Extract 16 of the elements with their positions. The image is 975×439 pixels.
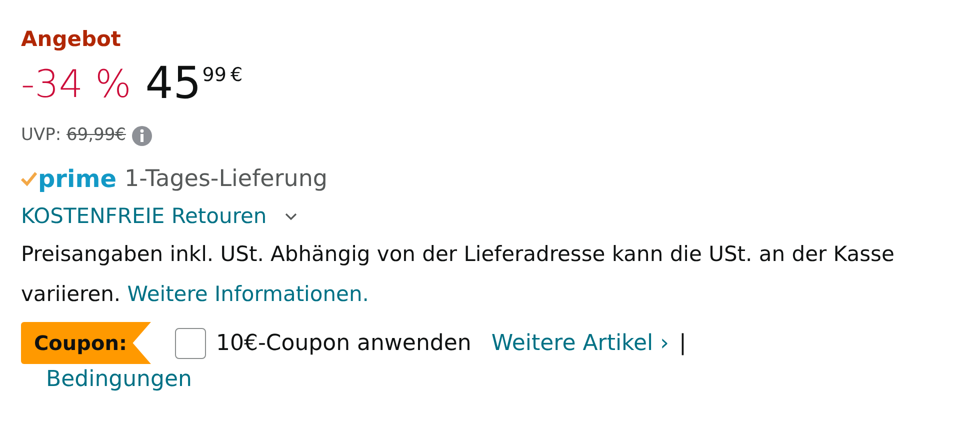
- tax-note: Preisangaben inkl. USt. Abhängig von der Lieferadresse kann die USt. an der Kasse variieren. Weitere Informationen.: [21, 241, 896, 308]
- more-info-link[interactable]: Weitere Informationen.: [127, 282, 369, 306]
- coupon-badge: Coupon:: [21, 322, 151, 364]
- deal-label: Angebot: [21, 26, 122, 53]
- list-price: UVP: 69,99€: [21, 124, 126, 148]
- separator: |: [678, 330, 686, 358]
- discount: -34 %: [21, 61, 132, 108]
- returns-dropdown[interactable]: KOSTENFREIE Retouren: [21, 200, 297, 234]
- checkmark-icon: [21, 171, 37, 187]
- prime-logo: prime: [38, 164, 117, 194]
- info-icon[interactable]: [132, 126, 152, 146]
- terms-link[interactable]: Bedingungen: [46, 364, 975, 396]
- coupon-label: 10€-Coupon anwenden: [216, 330, 472, 358]
- delivery-text: 1-Tages-Lieferung: [124, 164, 328, 194]
- coupon-checkbox[interactable]: [174, 328, 206, 358]
- more-items-link[interactable]: Weitere Artikel ›: [491, 326, 669, 360]
